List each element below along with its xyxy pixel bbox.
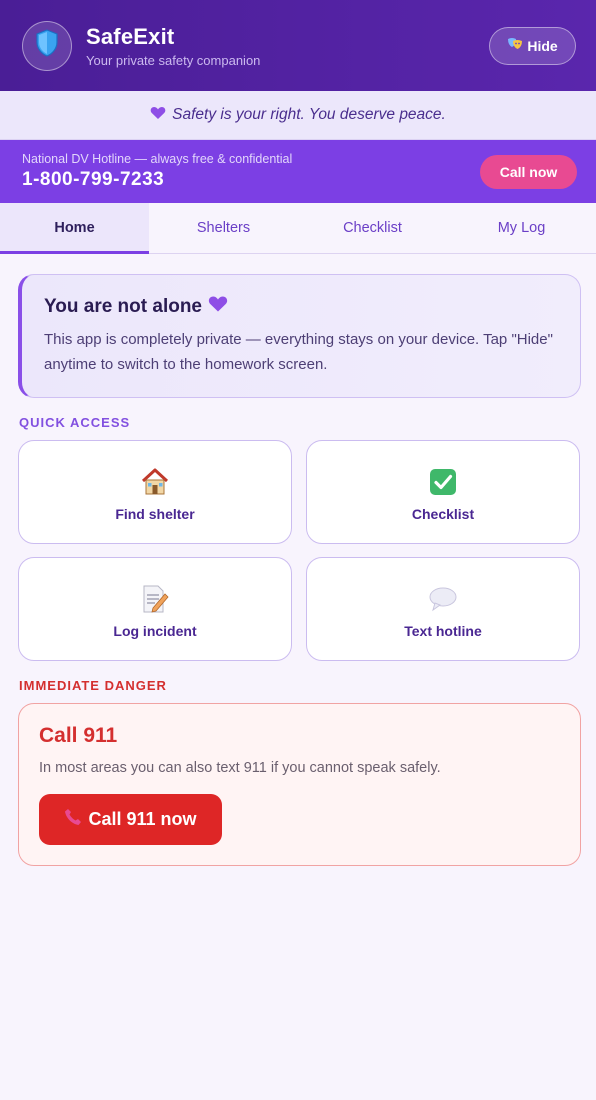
log-incident-card[interactable]: Log incident xyxy=(18,557,292,661)
find-shelter-label: Find shelter xyxy=(115,506,195,522)
danger-title: Call 911 xyxy=(39,724,118,747)
hotline-label: National DV Hotline — always free & conf… xyxy=(22,152,293,166)
shield-icon xyxy=(35,29,59,62)
tab-my-log[interactable]: My Log xyxy=(447,203,596,253)
danger-card: Call 911 In most areas you can also text… xyxy=(18,703,581,866)
log-incident-label: Log incident xyxy=(113,623,197,639)
app-subtitle: Your private safety companion xyxy=(86,52,261,68)
app-header: SafeExit Your private safety companion H… xyxy=(0,0,596,91)
tab-shelters[interactable]: Shelters xyxy=(149,203,298,253)
text-hotline-card[interactable]: Text hotline xyxy=(306,557,580,661)
intro-body: This app is completely private — everyth… xyxy=(44,331,553,373)
quick-access-heading: QUICK ACCESS xyxy=(19,415,131,430)
app-logo xyxy=(22,20,72,71)
tab-checklist[interactable]: Checklist xyxy=(298,203,447,253)
text-hotline-label: Text hotline xyxy=(404,623,482,639)
call-now-button[interactable]: Call now xyxy=(480,154,577,189)
checklist-label: Checklist xyxy=(411,506,475,522)
hotline-number[interactable]: 1-800-799-7233 xyxy=(22,169,480,191)
find-shelter-card[interactable]: Find shelter xyxy=(18,440,292,544)
call-911-label: Call 911 now xyxy=(88,809,197,829)
home-content: You are not alone This app is completely… xyxy=(0,254,596,866)
speech-bubble-icon xyxy=(428,583,458,615)
masks-icon xyxy=(507,37,523,54)
affirmation-banner: Safety is your right. You deserve peace. xyxy=(0,91,596,140)
purple-heart-icon xyxy=(208,295,228,319)
app-title: SafeExit xyxy=(86,23,175,49)
hide-button[interactable]: Hide xyxy=(489,26,576,65)
tab-bar: Home Shelters Checklist My Log xyxy=(0,203,596,254)
phone-icon xyxy=(64,808,82,831)
purple-heart-icon xyxy=(150,106,166,125)
intro-card: You are not alone This app is completely… xyxy=(18,274,581,398)
immediate-danger-heading: IMMEDIATE DANGER xyxy=(19,678,167,693)
danger-body: In most areas you can also text 911 if y… xyxy=(39,760,441,776)
hide-button-label: Hide xyxy=(527,37,558,54)
house-icon xyxy=(140,466,170,498)
call-911-button[interactable]: Call 911 now xyxy=(39,794,222,845)
memo-icon xyxy=(141,583,169,615)
checklist-card[interactable]: Checklist xyxy=(306,440,580,544)
quick-access-grid: Find shelter Checklist Log incident Text… xyxy=(18,440,581,661)
affirmation-text: Safety is your right. You deserve peace. xyxy=(172,106,446,123)
hotline-bar: National DV Hotline — always free & conf… xyxy=(0,140,596,203)
intro-title: You are not alone xyxy=(44,296,203,317)
tab-home[interactable]: Home xyxy=(0,203,149,254)
check-mark-icon xyxy=(429,466,457,498)
